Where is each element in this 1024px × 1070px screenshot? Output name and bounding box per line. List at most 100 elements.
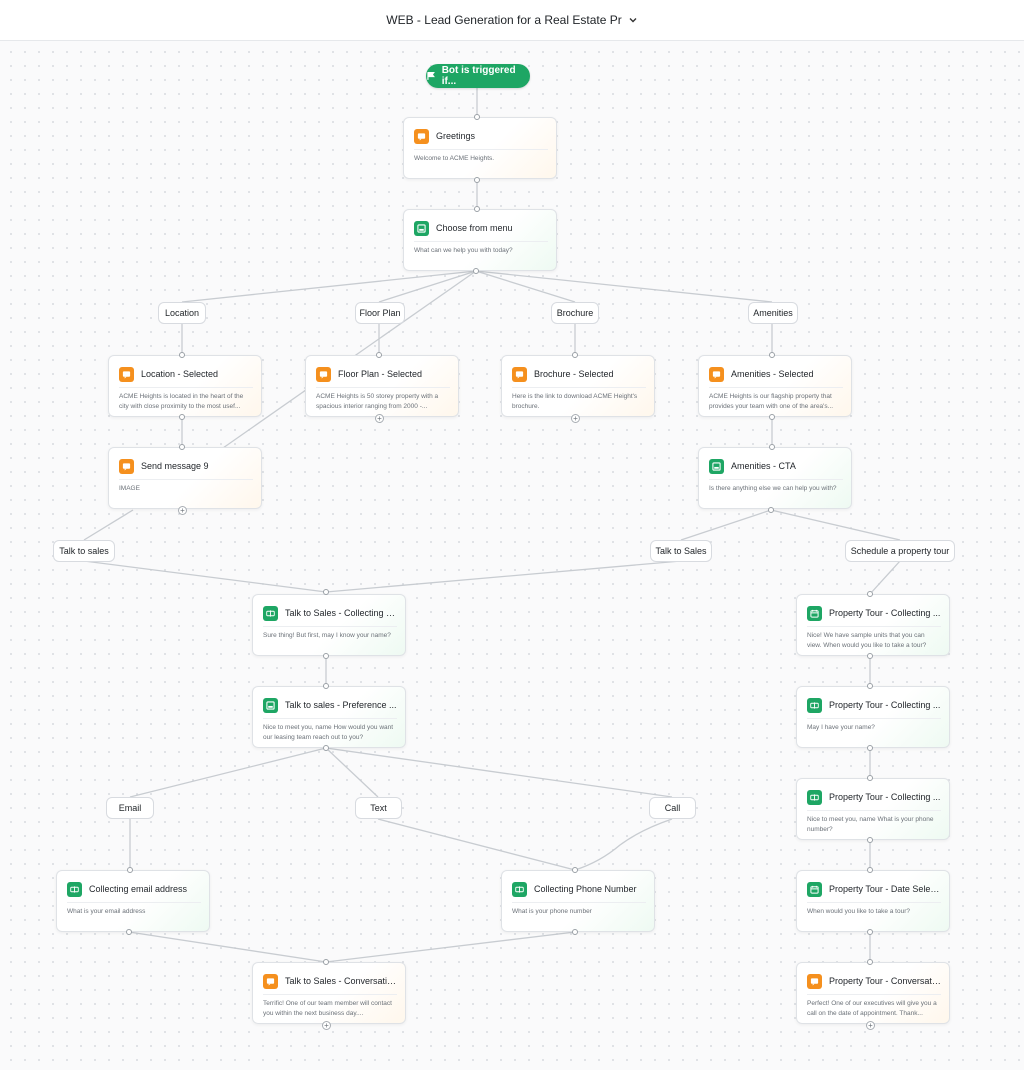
output-port[interactable]	[323, 653, 329, 659]
node-talk-to-sales-preference[interactable]: Talk to sales - Preference ... Nice to m…	[252, 686, 406, 748]
input-port[interactable]	[572, 867, 578, 873]
node-choose-from-menu[interactable]: Choose from menu What can we help you wi…	[403, 209, 557, 271]
chat-bubble-icon	[263, 973, 278, 989]
add-step-button[interactable]: +	[375, 414, 384, 423]
output-port[interactable]	[572, 929, 578, 935]
node-description: ACME Heights is 50 storey property with …	[316, 393, 439, 410]
input-port[interactable]	[867, 959, 873, 965]
chat-bubble-icon	[119, 458, 134, 474]
menu-card-icon	[414, 220, 429, 236]
node-description: ACME Heights is located in the heart of …	[119, 393, 244, 410]
input-port[interactable]	[867, 683, 873, 689]
option-floor-plan[interactable]: Floor Plan	[355, 302, 405, 324]
node-talk-to-sales-conversation[interactable]: Talk to Sales - Conversatio... Terrific!…	[252, 962, 406, 1024]
node-description: ACME Heights is our flagship property th…	[709, 393, 834, 410]
input-port[interactable]	[867, 591, 873, 597]
option-amenities[interactable]: Amenities	[748, 302, 798, 324]
input-port[interactable]	[323, 959, 329, 965]
trigger-node[interactable]: Bot is triggered if...	[426, 64, 530, 88]
output-port[interactable]	[474, 177, 480, 183]
option-brochure[interactable]: Brochure	[551, 302, 599, 324]
node-floor-plan-selected[interactable]: Floor Plan - Selected ACME Heights is 50…	[305, 355, 459, 417]
input-port[interactable]	[376, 352, 382, 358]
input-field-icon	[67, 881, 82, 897]
node-description: What is your email address	[67, 908, 146, 915]
calendar-icon	[807, 881, 822, 897]
output-port[interactable]	[867, 837, 873, 843]
menu-card-icon	[263, 697, 278, 713]
input-port[interactable]	[572, 352, 578, 358]
option-schedule-property-tour[interactable]: Schedule a property tour	[845, 540, 955, 562]
node-title: Property Tour - Collecting ...	[829, 608, 941, 618]
input-port[interactable]	[323, 589, 329, 595]
input-field-icon	[263, 605, 278, 621]
node-title: Location - Selected	[141, 369, 219, 379]
add-step-button[interactable]: +	[866, 1021, 875, 1030]
node-talk-to-sales-collecting-name[interactable]: Talk to Sales - Collecting N... Sure thi…	[252, 594, 406, 656]
flow-title[interactable]: WEB - Lead Generation for a Real Estate …	[386, 13, 621, 27]
node-amenities-cta[interactable]: Amenities - CTA Is there anything else w…	[698, 447, 852, 509]
output-port[interactable]	[867, 929, 873, 935]
option-location[interactable]: Location	[158, 302, 206, 324]
option-talk-to-sales-left[interactable]: Talk to sales	[53, 540, 115, 562]
node-title: Property Tour - Date Selec...	[829, 884, 941, 894]
node-collecting-email-address[interactable]: Collecting email address What is your em…	[56, 870, 210, 932]
node-send-message-9[interactable]: Send message 9 IMAGE	[108, 447, 262, 509]
output-port[interactable]	[867, 653, 873, 659]
node-title: Talk to Sales - Collecting N...	[285, 608, 397, 618]
calendar-icon	[807, 605, 822, 621]
node-title: Choose from menu	[436, 223, 513, 233]
output-port[interactable]	[768, 507, 774, 513]
menu-card-icon	[709, 458, 724, 474]
node-brochure-selected[interactable]: Brochure - Selected Here is the link to …	[501, 355, 655, 417]
input-port[interactable]	[867, 775, 873, 781]
input-port[interactable]	[769, 444, 775, 450]
add-step-button[interactable]: +	[322, 1021, 331, 1030]
input-field-icon	[807, 789, 822, 805]
node-location-selected[interactable]: Location - Selected ACME Heights is loca…	[108, 355, 262, 417]
node-greetings[interactable]: Greetings Welcome to ACME Heights.	[403, 117, 557, 179]
input-port[interactable]	[179, 444, 185, 450]
option-call[interactable]: Call	[649, 797, 696, 819]
node-description: IMAGE	[119, 485, 140, 492]
node-description: Welcome to ACME Heights.	[414, 155, 495, 162]
option-talk-to-sales-right[interactable]: Talk to Sales	[650, 540, 712, 562]
output-port[interactable]	[179, 414, 185, 420]
add-step-button[interactable]: +	[571, 414, 580, 423]
node-property-tour-collecting-1[interactable]: Property Tour - Collecting ... Nice! We …	[796, 594, 950, 656]
input-port[interactable]	[179, 352, 185, 358]
trigger-label: Bot is triggered if...	[441, 65, 516, 87]
node-description: Nice to meet you, name What is your phon…	[807, 816, 934, 833]
output-port[interactable]	[769, 414, 775, 420]
input-port[interactable]	[474, 206, 480, 212]
node-description: Nice to meet you, name How would you wan…	[263, 724, 394, 741]
node-title: Floor Plan - Selected	[338, 369, 423, 379]
node-amenities-selected[interactable]: Amenities - Selected ACME Heights is our…	[698, 355, 852, 417]
add-step-button[interactable]: +	[178, 506, 187, 515]
output-port[interactable]	[867, 745, 873, 751]
chevron-down-icon[interactable]	[628, 15, 638, 25]
node-description: Is there anything else we can help you w…	[709, 485, 837, 492]
node-property-tour-collecting-2[interactable]: Property Tour - Collecting ... May I hav…	[796, 686, 950, 748]
node-title: Talk to sales - Preference ...	[285, 700, 397, 710]
node-collecting-phone-number[interactable]: Collecting Phone Number What is your pho…	[501, 870, 655, 932]
node-title: Amenities - CTA	[731, 461, 796, 471]
output-port[interactable]	[126, 929, 132, 935]
node-description: What is your phone number	[512, 908, 592, 915]
node-title: Amenities - Selected	[731, 369, 814, 379]
input-port[interactable]	[127, 867, 133, 873]
flag-icon	[427, 72, 435, 80]
input-port[interactable]	[867, 867, 873, 873]
option-text[interactable]: Text	[355, 797, 402, 819]
node-property-tour-conversation[interactable]: Property Tour - Conversati... Perfect! O…	[796, 962, 950, 1024]
option-email[interactable]: Email	[106, 797, 154, 819]
input-port[interactable]	[769, 352, 775, 358]
input-port[interactable]	[474, 114, 480, 120]
output-port[interactable]	[323, 745, 329, 751]
node-property-tour-collecting-3[interactable]: Property Tour - Collecting ... Nice to m…	[796, 778, 950, 840]
input-port[interactable]	[323, 683, 329, 689]
node-property-tour-date-selection[interactable]: Property Tour - Date Selec... When would…	[796, 870, 950, 932]
output-port[interactable]	[473, 268, 479, 274]
chat-bubble-icon	[414, 128, 429, 144]
node-title: Collecting email address	[89, 884, 188, 894]
